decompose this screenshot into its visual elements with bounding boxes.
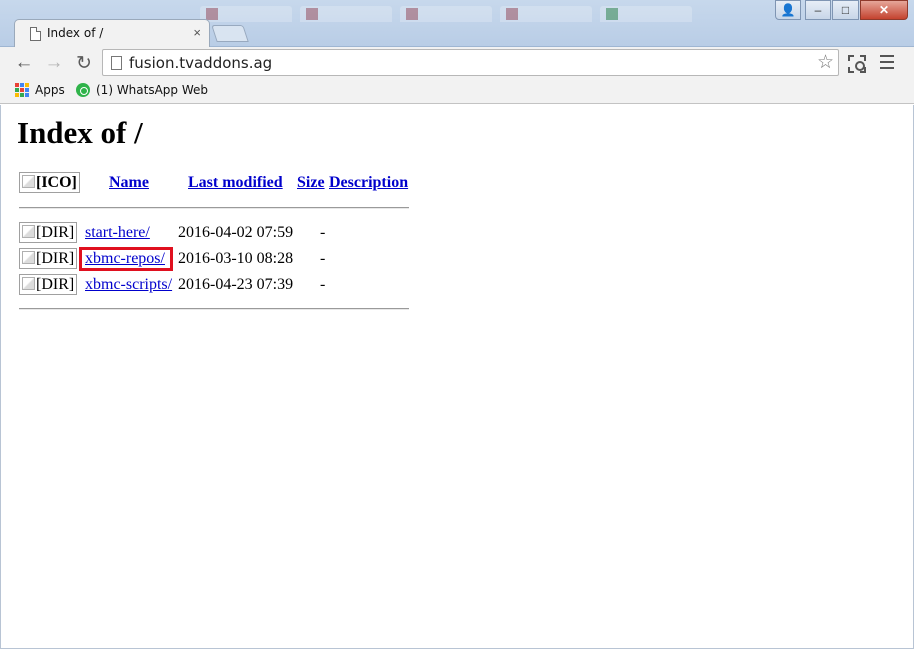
- user-profile-button[interactable]: 👤: [775, 0, 801, 20]
- back-arrow-icon[interactable]: ←: [13, 52, 35, 74]
- active-tab[interactable]: Index of / ×: [14, 19, 210, 47]
- maximize-button[interactable]: □: [832, 0, 859, 20]
- highlight-box: [79, 247, 173, 271]
- bookmark-label: (1) WhatsApp Web: [96, 83, 209, 97]
- bookmark-label: Apps: [35, 83, 65, 97]
- divider: [19, 308, 409, 310]
- ico-image-placeholder: [ICO]: [19, 172, 80, 193]
- address-bar[interactable]: fusion.tvaddons.ag ☆: [102, 49, 839, 76]
- bookmark-whatsapp[interactable]: (1) WhatsApp Web: [76, 83, 208, 97]
- divider: [19, 207, 409, 209]
- new-tab-button[interactable]: [211, 25, 249, 42]
- page-heading: Index of /: [17, 115, 143, 150]
- page-icon: [111, 56, 122, 70]
- background-tab[interactable]: [200, 6, 292, 22]
- modified-date: 2016-04-23 07:39: [178, 276, 294, 293]
- background-tab[interactable]: [400, 6, 492, 22]
- bookmark-apps[interactable]: Apps: [15, 83, 65, 97]
- close-window-button[interactable]: ✕: [860, 0, 908, 20]
- bookmark-star-icon[interactable]: ☆: [817, 51, 834, 74]
- screenshot-extension-icon[interactable]: [848, 55, 866, 73]
- apps-grid-icon: [15, 83, 29, 97]
- tab-title: Index of /: [47, 26, 104, 40]
- background-tab[interactable]: [500, 6, 592, 22]
- menu-icon[interactable]: [880, 55, 894, 73]
- minimize-button[interactable]: ‒: [805, 0, 831, 20]
- dir-image-placeholder: [DIR]: [19, 222, 78, 243]
- modified-date: 2016-04-02 07:59: [178, 224, 294, 241]
- file-size: -: [320, 224, 326, 241]
- page-content: Index of / [ICO] Name Last modified Size…: [0, 105, 914, 649]
- directory-link[interactable]: xbmc-scripts/: [85, 276, 172, 294]
- sort-by-name-link[interactable]: Name: [109, 174, 149, 192]
- directory-link[interactable]: start-here/: [85, 224, 150, 242]
- background-tab[interactable]: [300, 6, 392, 22]
- whatsapp-icon: [76, 83, 90, 97]
- file-size: -: [320, 250, 326, 267]
- tab-close-icon[interactable]: ×: [193, 25, 201, 40]
- file-size: -: [320, 276, 326, 293]
- sort-by-description-link[interactable]: Description: [329, 174, 408, 192]
- dir-image-placeholder: [DIR]: [19, 274, 78, 295]
- sort-by-size-link[interactable]: Size: [297, 174, 325, 192]
- sort-by-last-modified-link[interactable]: Last modified: [188, 174, 283, 192]
- modified-date: 2016-03-10 08:28: [178, 250, 294, 267]
- page-icon: [30, 27, 41, 41]
- forward-arrow-icon[interactable]: →: [43, 52, 65, 74]
- dir-image-placeholder: [DIR]: [19, 248, 78, 269]
- bookmarks-bar: Apps (1) WhatsApp Web: [0, 80, 914, 104]
- background-tab[interactable]: [600, 6, 692, 22]
- browser-titlebar: Index of / × 👤 ‒ □ ✕: [0, 0, 914, 47]
- browser-toolbar: ← → ↻ fusion.tvaddons.ag ☆: [0, 47, 914, 80]
- reload-icon[interactable]: ↻: [73, 52, 95, 74]
- address-url[interactable]: fusion.tvaddons.ag: [129, 54, 272, 72]
- background-tabs: [200, 2, 760, 22]
